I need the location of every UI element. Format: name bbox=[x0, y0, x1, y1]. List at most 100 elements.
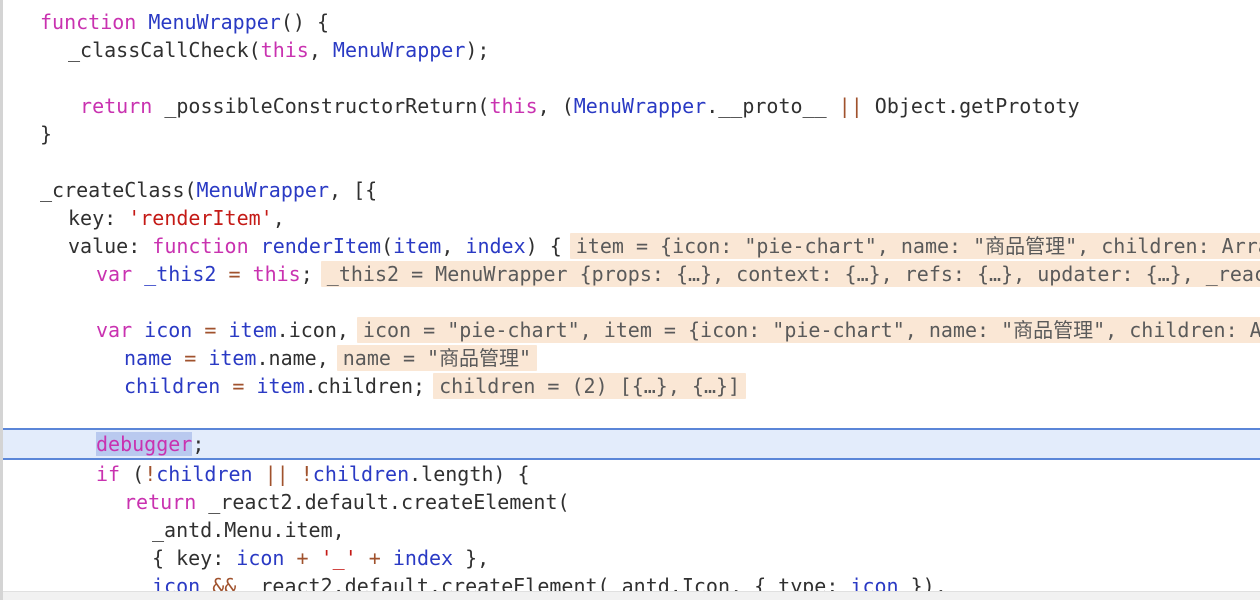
token-operator: ! bbox=[144, 462, 157, 486]
token-operator: = bbox=[232, 374, 245, 398]
token-string: 'renderItem' bbox=[128, 206, 273, 230]
code-line[interactable]: _antd.Menu.item, bbox=[3, 516, 1260, 544]
code-line[interactable] bbox=[3, 400, 1260, 428]
token-ident: icon bbox=[850, 574, 899, 591]
token-keyword: var bbox=[96, 318, 133, 342]
token-ident: icon bbox=[144, 318, 193, 342]
code-line[interactable] bbox=[3, 148, 1260, 176]
token-plain: ; bbox=[300, 262, 313, 286]
token-ident: index bbox=[392, 546, 454, 570]
token-keyword: this bbox=[489, 94, 538, 118]
token-ident: MenuWrapper bbox=[148, 10, 281, 34]
token-ident: children bbox=[124, 374, 221, 398]
inline-value-hint[interactable]: icon = "pie-chart", item = {icon: "pie-c… bbox=[356, 317, 1260, 343]
token-operator: || bbox=[838, 94, 863, 118]
token-keyword: var bbox=[96, 262, 133, 286]
horizontal-scrollbar-thumb[interactable] bbox=[3, 594, 523, 600]
code-line-text: _classCallCheck(this, MenuWrapper); bbox=[40, 38, 489, 62]
token-ident: MenuWrapper bbox=[573, 94, 707, 118]
token-ident: item bbox=[256, 374, 305, 398]
token-plain: .icon, bbox=[276, 318, 349, 342]
code-line-text: function MenuWrapper() { bbox=[40, 10, 329, 34]
code-line-text: _antd.Menu.item, bbox=[40, 518, 345, 542]
token-operator: && bbox=[212, 574, 237, 591]
token-plain: ( bbox=[381, 234, 394, 258]
inline-value-hint[interactable]: children = (2) [{…}, {…}] bbox=[433, 373, 747, 399]
token-plain: { key: bbox=[152, 546, 237, 570]
inline-value-hint[interactable]: name = "商品管理" bbox=[336, 345, 538, 371]
token-plain: value: bbox=[68, 234, 153, 258]
token-keyword: return bbox=[80, 94, 153, 118]
token-plain: ( bbox=[120, 462, 145, 486]
paused-execution-line[interactable]: debugger; bbox=[3, 428, 1260, 460]
token-ident: item bbox=[393, 234, 442, 258]
code-line[interactable]: children = item.children; children = (2) … bbox=[3, 372, 1260, 400]
code-line[interactable]: } bbox=[3, 120, 1260, 148]
code-line-text: var icon = item.icon, bbox=[40, 318, 349, 342]
token-operator: || bbox=[264, 462, 289, 486]
token-plain: .length) { bbox=[409, 462, 530, 486]
code-line-text: _createClass(MenuWrapper, [{ bbox=[40, 178, 377, 202]
token-plain: , bbox=[308, 38, 333, 62]
token-plain: _react2.default.createElement( bbox=[196, 490, 570, 514]
token-plain: .children; bbox=[304, 374, 426, 398]
code-line[interactable] bbox=[3, 64, 1260, 92]
token-plain: , bbox=[441, 234, 466, 258]
code-line[interactable]: { key: icon + '_' + index }, bbox=[3, 544, 1260, 572]
token-ident: index bbox=[465, 234, 526, 258]
token-plain: Object.getPrototy bbox=[862, 94, 1080, 118]
code-line[interactable]: key: 'renderItem', bbox=[3, 204, 1260, 232]
token-plain: ); bbox=[465, 38, 490, 62]
inline-value-hint[interactable]: _this2 = MenuWrapper {props: {…}, contex… bbox=[320, 261, 1260, 287]
token-ident: MenuWrapper bbox=[332, 38, 466, 62]
token-ident: name bbox=[124, 346, 173, 370]
code-line[interactable]: var _this2 = this; _this2 = MenuWrapper {… bbox=[3, 260, 1260, 288]
code-line[interactable]: if (!children || !children.length) { bbox=[3, 460, 1260, 488]
code-line[interactable]: icon && _react2.default.createElement(_a… bbox=[3, 572, 1260, 591]
token-ident: children bbox=[312, 462, 410, 486]
token-ident: icon bbox=[236, 546, 285, 570]
code-line-text: return _react2.default.createElement( bbox=[40, 490, 570, 514]
code-line[interactable]: value: function renderItem(item, index) … bbox=[3, 232, 1260, 260]
token-plain: , bbox=[272, 206, 285, 230]
token-ident: _this2 bbox=[144, 262, 217, 286]
token-keyword: if bbox=[96, 462, 121, 486]
token-string: '_' bbox=[320, 546, 357, 570]
token-plain: () { bbox=[280, 10, 329, 34]
code-line-text: var _this2 = this; bbox=[40, 262, 313, 286]
code-line[interactable]: var icon = item.icon, icon = "pie-chart",… bbox=[3, 316, 1260, 344]
token-keyword: function bbox=[152, 234, 249, 258]
token-plain: }), bbox=[898, 574, 947, 591]
code-line[interactable]: return _react2.default.createElement( bbox=[3, 488, 1260, 516]
source-code-editor[interactable]: function MenuWrapper() {_classCallCheck(… bbox=[0, 0, 1260, 600]
token-ident: children bbox=[156, 462, 253, 486]
token-operator: = bbox=[184, 346, 197, 370]
code-line-text: children = item.children; bbox=[40, 374, 425, 398]
token-ident: MenuWrapper bbox=[196, 178, 329, 202]
code-line[interactable]: name = item.name, name = "商品管理" bbox=[3, 344, 1260, 372]
code-line[interactable]: _classCallCheck(this, MenuWrapper); bbox=[3, 36, 1260, 64]
code-line[interactable]: function MenuWrapper() { bbox=[3, 8, 1260, 36]
token-operator: ! bbox=[300, 462, 313, 486]
code-line[interactable]: _createClass(MenuWrapper, [{ bbox=[3, 176, 1260, 204]
inline-value-hint[interactable]: item = {icon: "pie-chart", name: "商品管理",… bbox=[569, 233, 1260, 259]
code-line[interactable]: return _possibleConstructorReturn(this, … bbox=[3, 92, 1260, 120]
code-scroll-area[interactable]: function MenuWrapper() {_classCallCheck(… bbox=[3, 0, 1260, 591]
token-plain: _createClass( bbox=[40, 178, 197, 202]
token-plain: .__proto__ bbox=[706, 94, 839, 118]
horizontal-scrollbar[interactable] bbox=[3, 591, 1260, 600]
code-line-text: key: 'renderItem', bbox=[40, 206, 285, 230]
token-plain: }, bbox=[453, 546, 490, 570]
token-ident: item bbox=[208, 346, 257, 370]
code-line-text: debugger; bbox=[40, 432, 204, 456]
code-line[interactable] bbox=[3, 288, 1260, 316]
